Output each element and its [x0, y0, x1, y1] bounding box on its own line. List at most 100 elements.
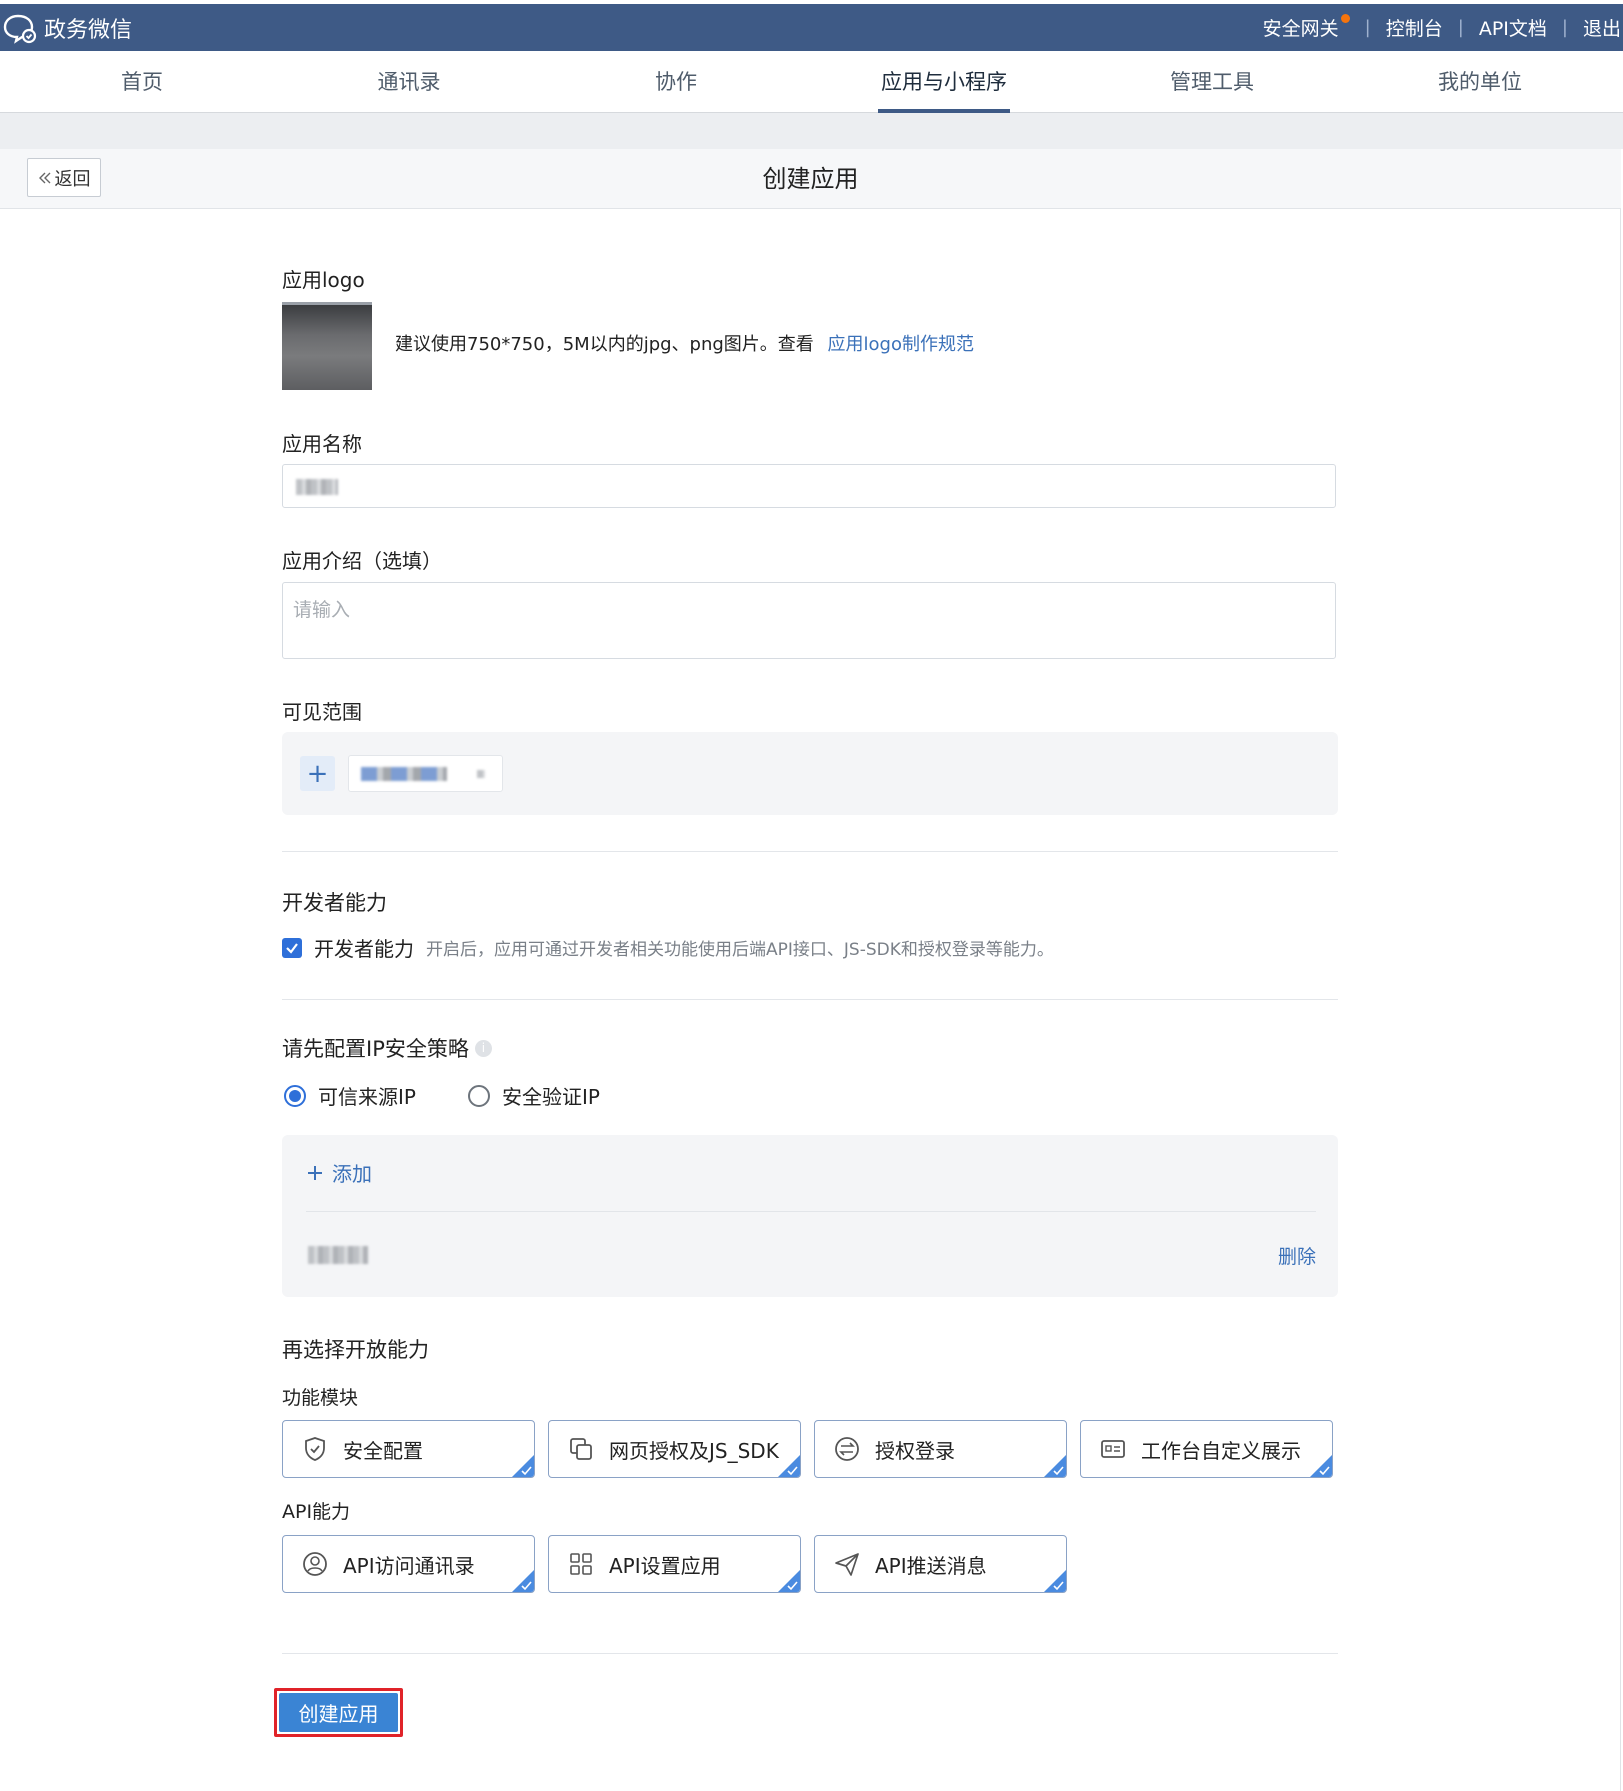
top-link-console[interactable]: 控制台 [1386, 14, 1443, 41]
scope-label: 可见范围 [282, 700, 362, 724]
nav-item-apps[interactable]: 应用与小程序 [878, 51, 1010, 113]
check-icon [521, 1581, 532, 1591]
ip-option-trusted-label: 可信来源IP [318, 1085, 416, 1109]
top-bar: 政务微信 安全网关 | 控制台 | API文档 | 退出 [0, 4, 1623, 51]
module-card-workbench[interactable]: 工作台自定义展示 [1080, 1420, 1333, 1478]
user-circle-icon [303, 1552, 327, 1576]
double-chevron-left-icon [38, 172, 50, 183]
scope-member-tag[interactable] [348, 755, 503, 792]
create-app-panel: 创建应用 返回 [0, 149, 1621, 1791]
top-link-logout[interactable]: 退出 [1583, 14, 1621, 41]
dev-desc: 开启后，应用可通过开发者相关功能使用后端API接口、JS-SDK和授权登录等能力… [426, 940, 1054, 960]
intro-label: 应用介绍（选填） [282, 549, 442, 573]
top-links: 安全网关 | 控制台 | API文档 | 退出 [1263, 4, 1621, 51]
tag-remove-icon[interactable] [477, 770, 485, 778]
app-intro-textarea[interactable]: 请输入 [282, 582, 1336, 659]
brand[interactable]: 政务微信 [2, 4, 132, 51]
api-card-app-settings[interactable]: API设置应用 [548, 1535, 801, 1593]
ip-option-verified-label: 安全验证IP [502, 1085, 600, 1109]
panel-header: 创建应用 返回 [0, 149, 1621, 209]
check-icon [1319, 1466, 1330, 1476]
module-label: 安全配置 [343, 1438, 423, 1463]
logo-hint: 建议使用750*750，5M以内的jpg、png图片。查看 应用logo制作规范 [395, 330, 974, 356]
logo-hint-text: 建议使用750*750，5M以内的jpg、png图片。查看 [395, 334, 814, 355]
grid-icon [570, 1553, 592, 1575]
func-module-label: 功能模块 [282, 1387, 359, 1409]
dev-checkbox-label: 开发者能力 [314, 937, 414, 961]
create-app-button[interactable]: 创建应用 [279, 1693, 398, 1732]
module-card-auth-login[interactable]: 授权登录 [814, 1420, 1067, 1478]
divider: | [1364, 17, 1371, 38]
main-nav: 首页 通讯录 协作 应用与小程序 管理工具 我的单位 [0, 51, 1623, 113]
exchange-icon [835, 1437, 859, 1461]
module-label: API设置应用 [609, 1553, 721, 1578]
nav-item-contacts[interactable]: 通讯录 [374, 51, 444, 113]
brand-logo-icon [3, 14, 37, 44]
blurred-value [296, 479, 338, 495]
plus-icon [308, 1165, 322, 1180]
module-label: 工作台自定义展示 [1141, 1438, 1301, 1463]
divider [282, 1653, 1338, 1654]
module-label: 授权登录 [875, 1438, 955, 1463]
check-icon [787, 1466, 798, 1476]
api-card-contacts[interactable]: API访问通讯录 [282, 1535, 535, 1593]
logo-label: 应用logo [282, 268, 365, 292]
card-display-icon [1101, 1440, 1125, 1458]
ip-add-button[interactable]: 添加 [306, 1158, 372, 1187]
divider [282, 851, 1338, 852]
nav-item-home[interactable]: 首页 [116, 51, 168, 113]
ip-list-area: 添加 删除 [282, 1135, 1338, 1297]
ip-add-label: 添加 [332, 1162, 372, 1186]
divider [282, 999, 1338, 1000]
spacer-band [0, 113, 1623, 149]
scope-add-button[interactable]: + [300, 756, 335, 791]
notification-dot [1340, 14, 1350, 23]
logo-spec-link[interactable]: 应用logo制作规范 [828, 334, 974, 355]
divider: | [1561, 17, 1568, 38]
send-icon [835, 1553, 859, 1576]
radio-trusted-ip[interactable] [284, 1084, 306, 1107]
top-link-api-docs[interactable]: API文档 [1479, 14, 1547, 41]
check-icon [787, 1581, 798, 1591]
ip-delete-link[interactable]: 删除 [1278, 1242, 1316, 1269]
module-label: 网页授权及JS_SDK [609, 1438, 779, 1463]
info-icon[interactable]: i [474, 1039, 492, 1057]
back-label: 返回 [54, 168, 91, 190]
shield-icon [305, 1437, 325, 1461]
link-window-icon [570, 1438, 592, 1460]
open-section-title: 再选择开放能力 [282, 1338, 429, 1362]
radio-verified-ip[interactable] [468, 1084, 490, 1107]
check-icon [1053, 1581, 1064, 1591]
nav-item-tools[interactable]: 管理工具 [1167, 51, 1257, 113]
ip-section-title-row: 请先配置IP安全策略 i [282, 1033, 492, 1063]
name-label: 应用名称 [282, 432, 362, 456]
back-button[interactable]: 返回 [27, 158, 101, 197]
nav-item-my-unit[interactable]: 我的单位 [1434, 51, 1526, 113]
dev-capability-checkbox[interactable] [282, 937, 302, 958]
check-icon [521, 1466, 532, 1476]
top-link-security-gateway[interactable]: 安全网关 [1263, 14, 1339, 41]
api-module-label: API能力 [282, 1501, 351, 1523]
module-card-security[interactable]: 安全配置 [282, 1420, 535, 1478]
module-card-jssdk[interactable]: 网页授权及JS_SDK [548, 1420, 801, 1478]
ip-option-trusted[interactable]: 可信来源IP [284, 1081, 416, 1110]
app-name-input[interactable] [282, 464, 1336, 508]
scope-area: + [282, 732, 1338, 815]
module-label: API访问通讯录 [343, 1553, 475, 1578]
ip-section-title: 请先配置IP安全策略 [282, 1037, 469, 1061]
ip-option-verified[interactable]: 安全验证IP [468, 1081, 600, 1110]
dev-section-title: 开发者能力 [282, 891, 387, 915]
dev-capability-row: 开发者能力 开启后，应用可通过开发者相关功能使用后端API接口、JS-SDK和授… [282, 933, 1054, 962]
divider [306, 1211, 1316, 1212]
divider: | [1457, 17, 1464, 38]
check-icon [286, 942, 298, 954]
nav-item-collab[interactable]: 协作 [652, 51, 700, 113]
api-card-push-message[interactable]: API推送消息 [814, 1535, 1067, 1593]
module-label: API推送消息 [875, 1553, 987, 1578]
ip-entry-value [308, 1246, 368, 1264]
blurred-value [361, 767, 447, 781]
intro-placeholder: 请输入 [293, 599, 351, 621]
page-title: 创建应用 [762, 165, 859, 193]
create-app-button-highlight: 创建应用 [274, 1688, 403, 1737]
app-logo-upload[interactable] [282, 302, 372, 390]
